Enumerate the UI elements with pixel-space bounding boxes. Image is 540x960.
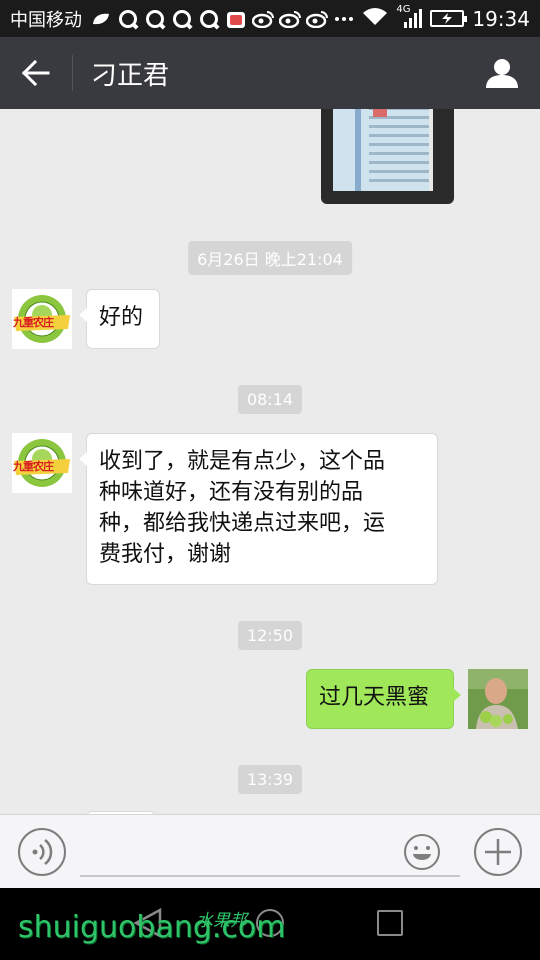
qq-icon (144, 9, 166, 28)
message-text: 好的 (99, 305, 144, 330)
leaf-icon (90, 10, 112, 28)
contact-avatar[interactable]: 九重农庄 (12, 433, 72, 493)
weibo-icon (279, 10, 301, 28)
qq-icon (171, 9, 193, 28)
plus-icon (485, 839, 511, 865)
app-store-icon (225, 10, 247, 28)
qq-icon (198, 9, 220, 28)
person-icon (486, 59, 518, 88)
system-status: 4G 19:34 (362, 4, 530, 31)
more-icon (333, 10, 355, 28)
photo-thumbnail (333, 109, 433, 191)
contact-avatar[interactable]: 九重农庄 (12, 289, 72, 349)
message-text: 过几天黑蜜 (319, 685, 430, 710)
contact-info-button[interactable] (464, 37, 540, 109)
back-button[interactable] (0, 37, 72, 109)
wifi-icon (362, 7, 388, 31)
message-line: 种味道好，还有没有别的品 (99, 480, 364, 505)
timestamp: 13:39 (237, 765, 303, 794)
timestamp: 08:14 (237, 385, 303, 414)
my-avatar[interactable] (468, 669, 528, 729)
user-photo-icon (468, 669, 528, 729)
back-arrow-icon (22, 60, 50, 86)
timestamp: 12:50 (237, 621, 303, 650)
clock: 19:34 (472, 6, 530, 31)
timestamp: 6月26日 晚上21:04 (188, 241, 352, 275)
farm-logo-text: 九重农庄 (13, 316, 54, 329)
message-bubble-outgoing[interactable]: 过几天黑蜜 (306, 669, 461, 729)
message-line: 种，都给我快递点过来吧，运 (99, 511, 386, 536)
emoji-button[interactable] (403, 833, 441, 871)
title-bar: 刁正君 (0, 37, 540, 109)
chat-history[interactable]: 6月26日 晚上21:04 九重农庄 好的 08:14 九重农庄 收到了，就是有… (0, 109, 540, 814)
qq-icon (117, 9, 139, 28)
carrier-label: 中国移动 (10, 9, 82, 31)
farm-logo-text: 九重农庄 (13, 460, 54, 473)
input-bar (0, 814, 540, 888)
voice-button[interactable] (18, 828, 66, 876)
weibo-icon (252, 10, 274, 28)
more-functions-button[interactable] (474, 828, 522, 876)
chat-title: 刁正君 (91, 60, 170, 91)
image-message[interactable] (321, 109, 454, 204)
status-bar: 中国移动 4G 19:34 (0, 0, 540, 37)
emoji-icon (404, 834, 440, 870)
battery-charging-icon (430, 10, 468, 27)
message-line: 费我付，谢谢 (99, 542, 232, 567)
signal-icon: 4G (396, 4, 423, 30)
title-divider (72, 55, 73, 91)
watermark-logo: 水果邦 (196, 911, 247, 931)
message-bubble-incoming[interactable]: 收到了，就是有点少，这个品 种味道好，还有没有别的品 种，都给我快递点过来吧，运… (79, 433, 438, 585)
message-bubble-incoming[interactable]: 好的 (79, 289, 160, 349)
voice-icon (32, 839, 53, 865)
notification-icons (90, 9, 355, 28)
message-line: 收到了，就是有点少，这个品 (99, 449, 386, 474)
navigation-bar: shuiguobang.com 水果邦 (0, 888, 540, 960)
nav-recent-apps-button[interactable] (377, 910, 403, 936)
weibo-icon (306, 10, 328, 28)
